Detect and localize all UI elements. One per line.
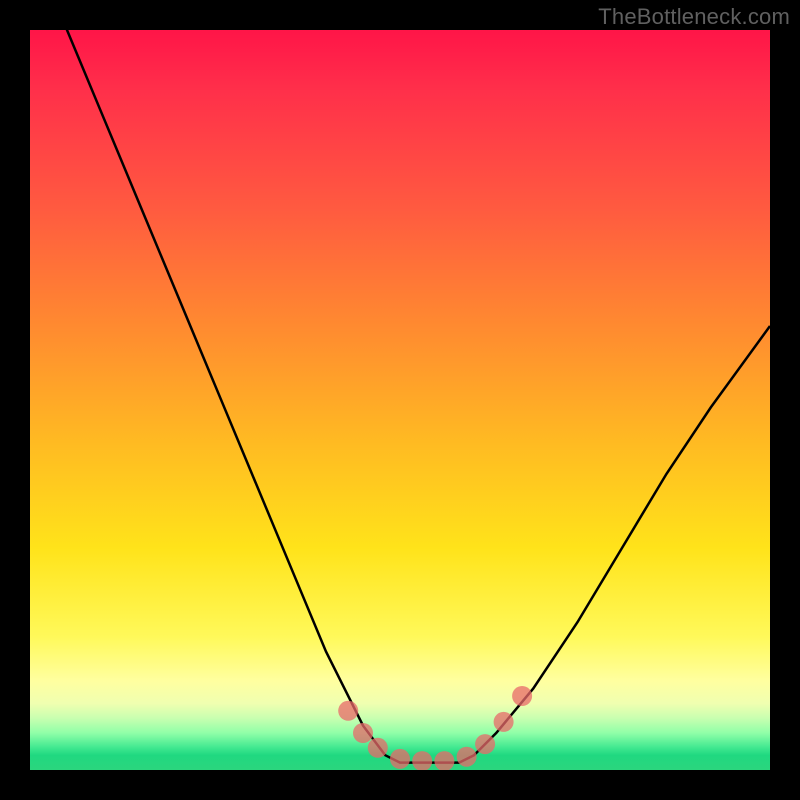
watermark-text: TheBottleneck.com — [598, 4, 790, 30]
marker-point — [434, 751, 454, 770]
marker-point — [457, 747, 477, 767]
marker-point — [512, 686, 532, 706]
marker-point — [368, 738, 388, 758]
marker-point — [494, 712, 514, 732]
marker-point — [390, 749, 410, 769]
highlight-markers — [338, 686, 532, 770]
marker-point — [475, 734, 495, 754]
marker-point — [338, 701, 358, 721]
chart-plot-area — [30, 30, 770, 770]
bottleneck-curve — [30, 30, 770, 770]
curve-line — [30, 30, 770, 763]
marker-point — [353, 723, 373, 743]
marker-point — [412, 751, 432, 770]
chart-frame: TheBottleneck.com — [0, 0, 800, 800]
